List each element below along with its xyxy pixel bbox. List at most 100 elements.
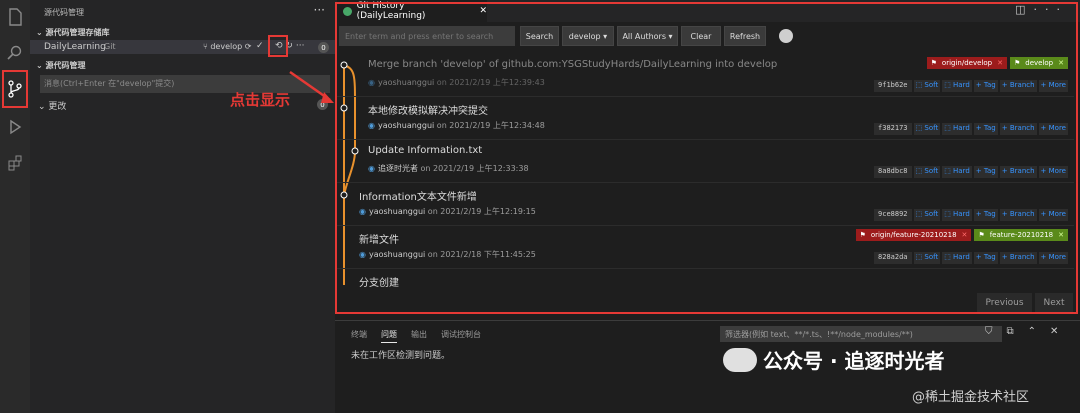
add-tag-button[interactable]: + Tag bbox=[973, 80, 998, 92]
section-scm[interactable]: ⌄ 源代码管理 bbox=[36, 60, 86, 71]
commit-author: yaoshuanggui bbox=[368, 207, 426, 216]
more-button[interactable]: + More bbox=[1038, 252, 1068, 264]
soft-reset-button[interactable]: ⬚ Soft bbox=[913, 166, 941, 178]
commit-row[interactable]: Merge branch 'develop' of github.com:YSG… bbox=[337, 54, 1074, 97]
git-history-highlight bbox=[268, 35, 288, 57]
tag-label: Tag bbox=[983, 253, 996, 261]
commit-hash[interactable]: 9f1b62e bbox=[874, 80, 912, 92]
more-button[interactable]: + More bbox=[1038, 209, 1068, 221]
soft-reset-button[interactable]: ⬚ Soft bbox=[913, 123, 941, 135]
remove-ref-icon[interactable]: ✕ bbox=[1058, 231, 1064, 239]
filter-icon[interactable]: ⛉ bbox=[985, 326, 1007, 337]
soft-reset-button[interactable]: ⬚ Soft bbox=[913, 209, 941, 221]
hard-label: Hard bbox=[953, 253, 970, 261]
commit-row[interactable]: Information文本文件新增 ◉ yaoshuanggui on 2021/… bbox=[337, 183, 1074, 226]
remove-ref-icon[interactable]: ✕ bbox=[997, 59, 1003, 67]
eye-icon[interactable]: ◉ bbox=[368, 164, 375, 173]
github-icon[interactable] bbox=[779, 29, 793, 43]
hard-reset-button[interactable]: ⬚ Hard bbox=[942, 252, 972, 264]
branch-dropdown[interactable]: develop ▾ bbox=[562, 26, 614, 46]
commit-date: on 2021/2/19 上午12:34:48 bbox=[436, 121, 545, 130]
add-tag-button[interactable]: + Tag bbox=[973, 166, 998, 178]
hard-label: Hard bbox=[953, 81, 970, 89]
soft-label: Soft bbox=[924, 253, 939, 261]
commit-row[interactable]: 本地修改模拟解决冲突提交 ◉ yaoshuanggui on 2021/2/19 … bbox=[337, 97, 1074, 140]
ref-feature[interactable]: ⚑ feature-20210218 ✕ bbox=[974, 229, 1068, 241]
add-branch-button[interactable]: + Branch bbox=[999, 80, 1037, 92]
ref-origin-develop-label: origin/develop bbox=[941, 59, 993, 67]
hard-reset-button[interactable]: ⬚ Hard bbox=[942, 80, 972, 92]
hard-reset-button[interactable]: ⬚ Hard bbox=[942, 123, 972, 135]
commit-hash[interactable]: f382173 bbox=[874, 123, 912, 135]
commit-row[interactable]: 新增文件 ◉ yaoshuanggui on 2021/2/18 下午11:45:… bbox=[337, 226, 1074, 269]
ref-origin-develop[interactable]: ⚑ origin/develop ✕ bbox=[926, 57, 1007, 69]
search-icon[interactable] bbox=[0, 36, 30, 70]
run-debug-icon[interactable] bbox=[0, 110, 30, 144]
repo-type: Git bbox=[104, 42, 116, 51]
close-icon[interactable]: ✕ bbox=[479, 6, 487, 16]
commit-author: yaoshuanggui bbox=[377, 121, 435, 130]
authors-dropdown[interactable]: All Authors ▾ bbox=[617, 26, 678, 46]
chevron-up-icon[interactable]: ⌃ bbox=[1028, 326, 1050, 337]
eye-icon[interactable]: ◉ bbox=[368, 121, 375, 130]
collapse-icon[interactable]: ⧉ bbox=[1007, 326, 1028, 337]
more-icon[interactable]: ··· bbox=[296, 41, 305, 51]
tab-output[interactable]: 输出 bbox=[411, 329, 427, 340]
wechat-logo-icon bbox=[723, 347, 757, 372]
tab-terminal[interactable]: 终端 bbox=[351, 329, 367, 340]
hard-reset-button[interactable]: ⬚ Hard bbox=[942, 166, 972, 178]
extensions-icon[interactable] bbox=[0, 146, 30, 180]
add-tag-button[interactable]: + Tag bbox=[973, 252, 998, 264]
tab-problems[interactable]: 问题 bbox=[381, 329, 397, 343]
commit-date: on 2021/2/19 上午12:19:15 bbox=[427, 207, 536, 216]
changes-group[interactable]: ⌄ 更改 bbox=[38, 99, 66, 112]
soft-reset-button[interactable]: ⬚ Soft bbox=[913, 252, 941, 264]
more-label: More bbox=[1048, 167, 1066, 175]
split-editor-icon[interactable]: ◫ bbox=[1015, 3, 1033, 16]
soft-label: Soft bbox=[924, 210, 939, 218]
repo-branch[interactable]: ⑂ develop ⟳ bbox=[203, 42, 251, 51]
add-branch-button[interactable]: + Branch bbox=[999, 209, 1037, 221]
add-branch-button[interactable]: + Branch bbox=[999, 166, 1037, 178]
remove-ref-icon[interactable]: ✕ bbox=[1058, 59, 1064, 67]
commit-hash[interactable]: 828a2da bbox=[874, 252, 912, 264]
add-branch-button[interactable]: + Branch bbox=[999, 123, 1037, 135]
add-branch-button[interactable]: + Branch bbox=[999, 252, 1037, 264]
add-tag-button[interactable]: + Tag bbox=[973, 123, 998, 135]
more-icon[interactable]: ··· bbox=[314, 3, 325, 17]
problems-filter-input[interactable]: 筛选器(例如 text、**/*.ts、!**/node_modules/**) bbox=[720, 326, 1002, 342]
eye-icon[interactable]: ◉ bbox=[359, 207, 366, 216]
ref-develop[interactable]: ⚑ develop ✕ bbox=[1009, 57, 1068, 69]
add-tag-button[interactable]: + Tag bbox=[973, 209, 998, 221]
commit-row[interactable]: Update Information.txt ◉ 追逐时光者 on 2021/2/… bbox=[337, 140, 1074, 183]
eye-icon[interactable]: ◉ bbox=[368, 78, 375, 87]
hard-reset-button[interactable]: ⬚ Hard bbox=[942, 209, 972, 221]
soft-reset-button[interactable]: ⬚ Soft bbox=[913, 80, 941, 92]
eye-icon[interactable]: ◉ bbox=[359, 250, 366, 259]
more-button[interactable]: + More bbox=[1038, 166, 1068, 178]
tab-git-history[interactable]: Git History (DailyLearning) ✕ bbox=[337, 0, 487, 22]
close-icon[interactable]: ✕ bbox=[1050, 326, 1072, 337]
commit-check-icon[interactable]: ✓ bbox=[256, 41, 264, 51]
explorer-icon[interactable] bbox=[0, 0, 30, 34]
search-button[interactable]: Search bbox=[520, 26, 559, 46]
more-icon[interactable]: ··· bbox=[1034, 3, 1069, 16]
more-button[interactable]: + More bbox=[1038, 80, 1068, 92]
repo-row[interactable]: DailyLearning Git ⑂ develop ⟳ ✓ ⟲ ↻ ··· … bbox=[30, 40, 335, 54]
ref-origin-feature[interactable]: ⚑ origin/feature-20210218 ✕ bbox=[855, 229, 972, 241]
tab-debug-console[interactable]: 调试控制台 bbox=[441, 329, 481, 340]
history-search-input[interactable] bbox=[339, 26, 515, 46]
next-button[interactable]: Next bbox=[1035, 293, 1073, 313]
commit-hash[interactable]: 8a8dbc8 bbox=[874, 166, 912, 178]
section-repositories[interactable]: ⌄ 源代码管理存储库 bbox=[36, 27, 110, 38]
section-repositories-label: 源代码管理存储库 bbox=[45, 28, 110, 37]
branch-label: Branch bbox=[1009, 81, 1035, 89]
remove-ref-icon[interactable]: ✕ bbox=[962, 231, 968, 239]
previous-button[interactable]: Previous bbox=[977, 293, 1032, 313]
more-button[interactable]: + More bbox=[1038, 123, 1068, 135]
refresh-button[interactable]: Refresh bbox=[724, 26, 766, 46]
clear-button[interactable]: Clear bbox=[681, 26, 721, 46]
more-label: More bbox=[1048, 124, 1066, 132]
commit-row[interactable]: 分支创建 bbox=[337, 269, 1074, 289]
commit-hash[interactable]: 9ce8892 bbox=[874, 209, 912, 221]
